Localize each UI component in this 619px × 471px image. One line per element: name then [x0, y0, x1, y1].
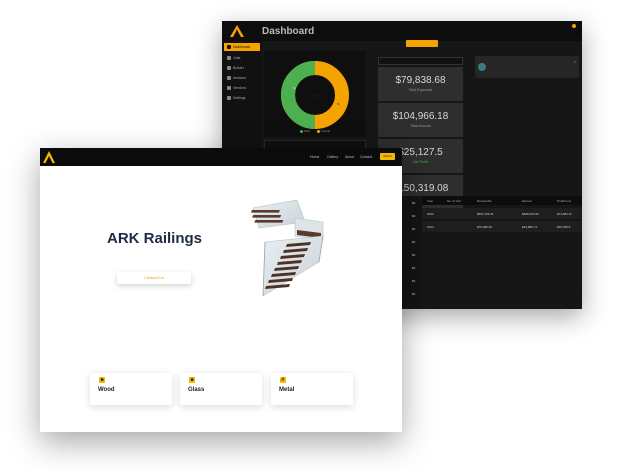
feature-card-wood[interactable]: ■ Wood [90, 373, 172, 405]
sidebar-item-label: Jobs [233, 56, 241, 60]
chart-icon [227, 66, 231, 70]
table-cell: $35,459.8 [557, 225, 571, 229]
donut-legend: Paid Unpaid [264, 129, 366, 133]
amount-cell: $0 [412, 214, 416, 218]
hero-title: ARK Railings [107, 230, 203, 247]
admin-button[interactable]: Admin [380, 153, 395, 160]
feature-card-glass[interactable]: ■ Glass [180, 373, 262, 405]
sidebar-item-settings[interactable]: Settings [224, 94, 260, 102]
ark-logo-icon [230, 25, 244, 37]
nav-link-home[interactable]: Home [310, 155, 319, 159]
users-icon [227, 86, 231, 90]
donut-panel: Paid % % Paid Unpaid [264, 51, 366, 137]
sidebar-item-label: Invoices [233, 76, 246, 80]
amount-cell: $0 [412, 292, 416, 296]
amount-cell: $0 [412, 266, 416, 270]
feature-label: Glass [188, 387, 205, 393]
stat-value: $104,966.18 [392, 111, 449, 122]
feature-card-metal[interactable]: ✗ Metal [271, 373, 353, 405]
table-cell: 2022 [427, 212, 434, 216]
stat-value: $79,838.68 [395, 75, 446, 86]
table-header: Year No. of Job Receivable Earned Profit… [422, 196, 582, 205]
sidebar-item-jobs[interactable]: Jobs [224, 54, 260, 62]
avatar [478, 63, 486, 71]
column-header: No. of Job [447, 199, 461, 203]
staircase-image [250, 199, 324, 297]
site-navbar: Home Gallery About Contact Admin [40, 148, 402, 166]
column-header: Profit/Loss [557, 199, 572, 203]
unpaid-percent: % [337, 102, 340, 106]
activity-panel: × [475, 46, 579, 90]
table-cell: $70,996.90 [477, 225, 493, 229]
sidebar-item-label: Settings [233, 96, 246, 100]
table-cell: $688,006.56 [522, 212, 539, 216]
briefcase-icon [227, 56, 231, 60]
amount-cell: $0 [412, 201, 416, 205]
sidebar-item-label: Builder [233, 66, 244, 70]
dashboard-header: Dashboard [222, 21, 582, 41]
table-cell: $593,786.31 [477, 212, 494, 216]
stat-card-expenses: $79,838.68 Total Expenses [378, 67, 463, 101]
dashboard-title: Dashboard [262, 26, 315, 37]
column-header: Earned [522, 199, 532, 203]
column-header: Year [427, 199, 434, 203]
table-row[interactable]: 2024 $70,996.90 $24,886.74 $35,459.8 [422, 221, 582, 232]
activity-card[interactable]: × [475, 56, 579, 78]
sidebar-item-vendors[interactable]: Vendors [224, 84, 260, 92]
glass-icon: ■ [189, 377, 195, 383]
promo-composite: Dashboard Dashboard Jobs Builder Invoice… [0, 0, 619, 471]
sidebar-item-builder[interactable]: Builder [224, 64, 260, 72]
nav-link-about[interactable]: About [345, 155, 354, 159]
nav-link-contact[interactable]: Contact [360, 155, 372, 159]
gear-icon [227, 96, 231, 100]
sidebar-item-label: Dashboard [233, 45, 251, 49]
paid-unpaid-donut: Paid % % [281, 61, 349, 129]
close-icon[interactable]: × [574, 59, 576, 64]
paid-percent: % [293, 86, 296, 90]
table-row[interactable]: 2022 $593,786.31 $688,006.56 $73,863.11 [422, 208, 582, 219]
user-avatar [572, 24, 576, 28]
table-cell: 2024 [427, 225, 434, 229]
document-icon [227, 76, 231, 80]
metal-icon: ✗ [280, 377, 286, 383]
stat-label: Total Amount [410, 124, 431, 128]
user-menu[interactable] [516, 24, 576, 29]
sidebar-item-label: Vendors [233, 86, 246, 90]
website-window: Home Gallery About Contact Admin ARK Rai… [40, 148, 402, 432]
nav-link-gallery[interactable]: Gallery [327, 155, 338, 159]
donut-center-label: Paid [311, 94, 318, 98]
amount-cell: $0 [412, 240, 416, 244]
legend-unpaid: Unpaid [316, 129, 330, 133]
amount-cell: $0 [412, 253, 416, 257]
add-button[interactable] [406, 40, 438, 47]
feature-label: Wood [98, 387, 115, 393]
grid-icon [227, 45, 231, 49]
sidebar-item-dashboard[interactable]: Dashboard [224, 43, 260, 51]
wood-icon: ■ [99, 377, 105, 383]
stat-label: Total Expenses [408, 88, 433, 92]
amount-cell: $0 [412, 227, 416, 231]
stat-card-amount: $104,966.18 Total Amount [378, 103, 463, 137]
contact-us-button[interactable]: Contact Us [117, 272, 191, 284]
sidebar-item-invoices[interactable]: Invoices [224, 74, 260, 82]
ark-logo-icon [43, 151, 55, 163]
feature-label: Metal [279, 387, 295, 393]
legend-paid: Paid [299, 129, 310, 133]
column-header: Receivable [477, 199, 492, 203]
amount-cell: $0 [412, 279, 416, 283]
stats-select[interactable] [378, 57, 463, 65]
table-cell: $24,886.74 [522, 225, 538, 229]
table-cell: $73,863.11 [557, 212, 572, 216]
